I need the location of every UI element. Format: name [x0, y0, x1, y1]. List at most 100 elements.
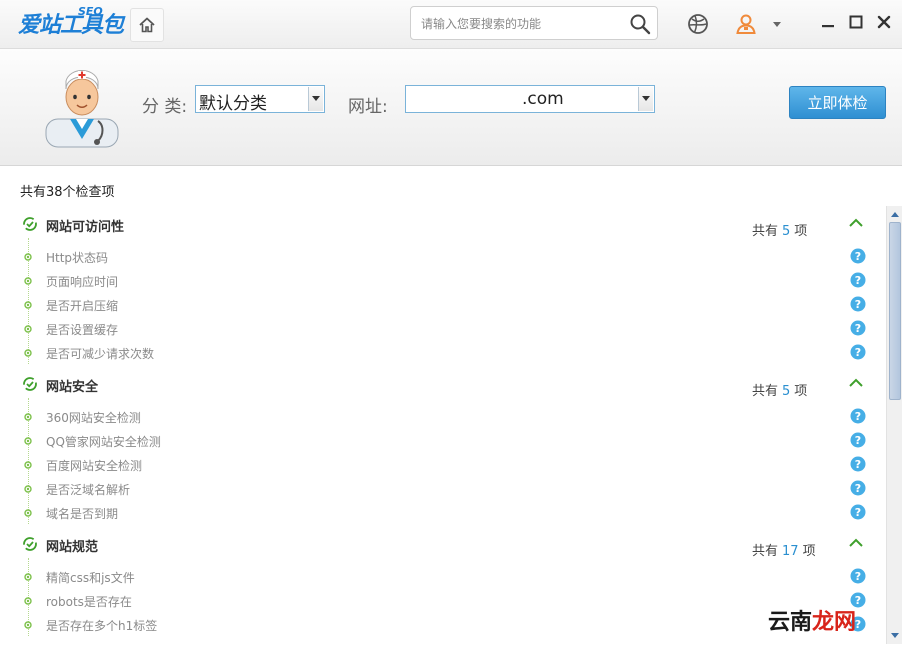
search-input[interactable]	[419, 13, 623, 35]
bullet-icon	[24, 349, 32, 357]
close-button[interactable]	[874, 12, 894, 32]
logo-seo-text: SEO	[78, 5, 103, 18]
check-item-label: robots是否存在	[46, 595, 132, 609]
search-icon[interactable]	[629, 13, 651, 35]
chevron-down-icon[interactable]	[770, 12, 784, 36]
check-item-label: 百度网站安全检测	[46, 459, 143, 473]
category-select[interactable]: 默认分类	[195, 85, 325, 114]
collapse-chevron-icon[interactable]	[848, 537, 864, 549]
scroll-down-button[interactable]	[889, 630, 901, 642]
svg-text:?: ?	[855, 570, 861, 583]
count-suffix: 项	[802, 544, 816, 559]
check-item-row[interactable]: 域名是否到期?	[24, 504, 874, 522]
bullet-icon	[24, 413, 32, 421]
help-icon[interactable]: ?	[850, 344, 866, 360]
bullet-icon	[24, 301, 32, 309]
help-icon[interactable]: ?	[850, 432, 866, 448]
check-item-label: 是否设置缓存	[46, 323, 119, 337]
chevron-down-icon	[891, 633, 899, 638]
check-item-label: 页面响应时间	[46, 275, 119, 289]
category-label: 分 类:	[142, 97, 188, 117]
category-header[interactable]: 网站安全 共有 5 项	[22, 374, 872, 399]
collapse-chevron-icon[interactable]	[848, 217, 864, 229]
check-item-label: 是否存在多个h1标签	[46, 619, 158, 633]
collapse-chevron-icon[interactable]	[848, 377, 864, 389]
skin-icon[interactable]	[686, 12, 710, 36]
svg-text:?: ?	[855, 434, 861, 447]
logo-text: 爱站工具包	[18, 13, 124, 38]
user-avatar-icon[interactable]	[734, 12, 758, 36]
help-icon[interactable]: ?	[850, 248, 866, 264]
start-check-button[interactable]: 立即体检	[789, 86, 886, 119]
refresh-check-icon	[23, 377, 37, 391]
check-item-row[interactable]: 是否设置缓存?	[24, 320, 874, 338]
help-icon[interactable]: ?	[850, 272, 866, 288]
scrollbar[interactable]	[886, 206, 902, 644]
check-item-label: QQ管家网站安全检测	[46, 435, 161, 449]
check-item-row[interactable]: 是否可减少请求次数?	[24, 344, 874, 362]
url-dropdown-arrow[interactable]	[638, 87, 653, 111]
svg-text:?: ?	[855, 250, 861, 263]
bullet-icon	[24, 325, 32, 333]
check-item-row[interactable]: 页面响应时间?	[24, 272, 874, 290]
chevron-down-icon	[312, 96, 320, 101]
help-icon[interactable]: ?	[850, 456, 866, 472]
minimize-button[interactable]	[818, 12, 838, 32]
bullet-icon	[24, 461, 32, 469]
bullet-icon	[24, 437, 32, 445]
help-icon[interactable]: ?	[850, 320, 866, 336]
check-item-row[interactable]: robots是否存在?	[24, 592, 874, 610]
check-item-row[interactable]: 360网站安全检测?	[24, 408, 874, 426]
refresh-check-icon	[23, 537, 37, 551]
check-item-label: Http状态码	[46, 251, 109, 265]
check-item-row[interactable]: QQ管家网站安全检测?	[24, 432, 874, 450]
count-suffix: 项	[794, 224, 808, 239]
check-item-row[interactable]: 精简css和js文件?	[24, 568, 874, 586]
svg-text:?: ?	[855, 322, 861, 335]
category-count: 共有 17 项	[752, 540, 816, 559]
scroll-up-button[interactable]	[889, 208, 901, 220]
category-title: 网站安全	[46, 380, 99, 395]
url-label: 网址:	[348, 97, 388, 117]
count-suffix: 项	[794, 384, 808, 399]
url-input[interactable]: .com	[405, 85, 655, 113]
search-box[interactable]	[410, 6, 658, 40]
check-item-label: 是否可减少请求次数	[46, 347, 155, 361]
refresh-check-icon	[23, 217, 37, 231]
check-item-row[interactable]: 是否存在多个h1标签?	[24, 616, 874, 634]
count-number: 5	[782, 384, 791, 399]
check-item-row[interactable]: 是否开启压缩?	[24, 296, 874, 314]
help-icon[interactable]: ?	[850, 296, 866, 312]
help-icon[interactable]: ?	[850, 408, 866, 424]
help-icon[interactable]: ?	[850, 504, 866, 520]
maximize-button[interactable]	[846, 12, 866, 32]
bullet-icon	[24, 485, 32, 493]
home-button[interactable]	[130, 8, 164, 42]
help-icon[interactable]: ?	[850, 568, 866, 584]
check-item-row[interactable]: Http状态码?	[24, 248, 874, 266]
check-item-row[interactable]: 是否泛域名解析?	[24, 480, 874, 498]
watermark-text-1: 云南	[768, 610, 813, 635]
chevron-up-icon	[891, 212, 899, 217]
count-prefix: 共有	[752, 224, 779, 239]
check-header-panel: 分 类: 默认分类 网址: .com 立即体检	[0, 49, 902, 166]
svg-text:?: ?	[855, 506, 861, 519]
svg-text:?: ?	[855, 410, 861, 423]
url-value: .com	[522, 89, 564, 109]
check-item-label: 精简css和js文件	[46, 571, 135, 585]
category-header[interactable]: 网站可访问性 共有 5 项	[22, 214, 872, 239]
bullet-icon	[24, 509, 32, 517]
svg-text:?: ?	[855, 274, 861, 287]
check-item-row[interactable]: 百度网站安全检测?	[24, 456, 874, 474]
bullet-icon	[24, 277, 32, 285]
check-item-label: 360网站安全检测	[46, 411, 141, 425]
minimize-icon	[822, 25, 834, 28]
category-header[interactable]: 网站规范 共有 17 项	[22, 534, 872, 559]
category-value: 默认分类	[199, 94, 267, 114]
maximize-icon	[849, 15, 863, 29]
bullet-icon	[24, 573, 32, 581]
help-icon[interactable]: ?	[850, 480, 866, 496]
scroll-thumb[interactable]	[889, 222, 901, 400]
category-dropdown-arrow[interactable]	[308, 87, 323, 111]
close-icon	[877, 15, 891, 29]
